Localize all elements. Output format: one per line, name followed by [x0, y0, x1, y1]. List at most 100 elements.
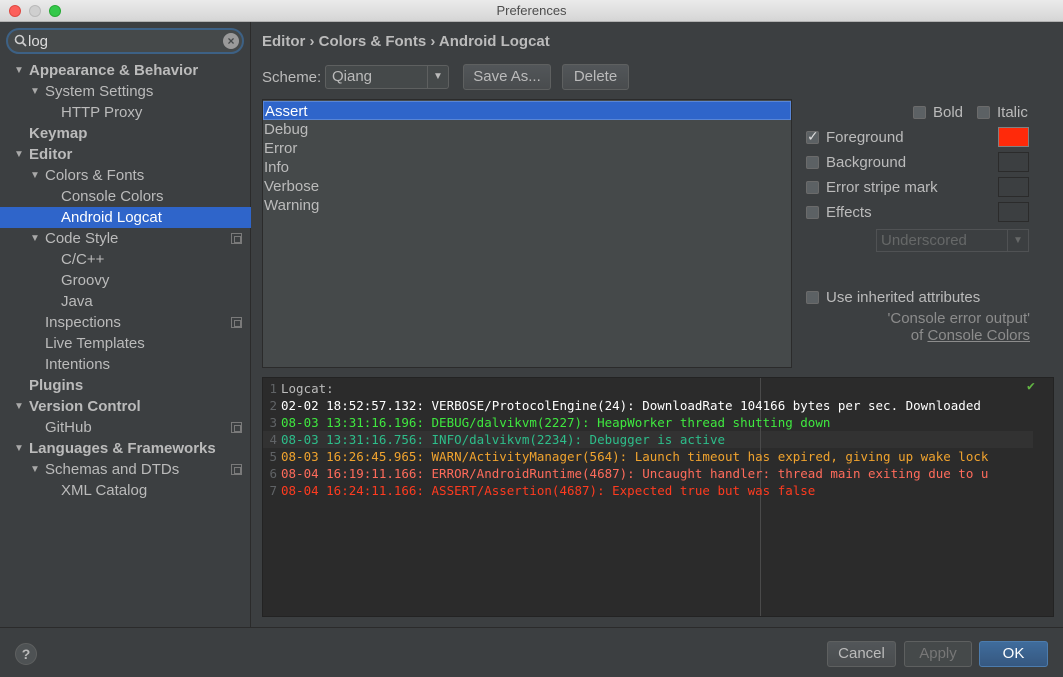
console-colors-link[interactable]: Console Colors [927, 327, 1030, 344]
error-stripe-label: Error stripe mark [826, 179, 938, 196]
scheme-select[interactable]: Qiang ▼ [325, 65, 449, 89]
settings-sidebar: × ▼ Appearance & Behavior ▼ System Settings… [0, 22, 251, 627]
log-level-item[interactable]: Verbose [263, 177, 791, 196]
expand-arrow-icon[interactable]: ▼ [14, 60, 24, 81]
log-level-list[interactable]: Assert Debug Error Info Verbose Warning [262, 99, 792, 368]
tree-item[interactable]: ▼ Appearance & Behavior [0, 60, 251, 81]
tree-item-label: GitHub [45, 419, 92, 436]
expand-arrow-icon[interactable]: ▼ [14, 396, 24, 417]
cancel-button[interactable]: Cancel [827, 641, 896, 667]
effects-color-swatch[interactable] [998, 202, 1029, 222]
dialog-button-bar: ? Cancel Apply OK [0, 627, 1063, 677]
project-scope-icon [231, 422, 242, 433]
log-level-item[interactable]: Error [263, 139, 791, 158]
tree-item[interactable]: HTTP Proxy [0, 102, 251, 123]
tree-item-label: Languages & Frameworks [29, 440, 216, 457]
background-color-swatch[interactable] [998, 152, 1029, 172]
tree-item-label: XML Catalog [61, 482, 148, 499]
help-button[interactable]: ? [15, 643, 37, 665]
bold-checkbox[interactable] [913, 106, 926, 119]
tree-item[interactable]: Intentions [0, 354, 251, 375]
effects-label: Effects [826, 204, 872, 221]
log-level-item[interactable]: Warning [263, 196, 791, 215]
tree-item[interactable]: ▼ Version Control [0, 396, 251, 417]
log-level-item[interactable]: Assert [263, 101, 791, 120]
tree-item[interactable]: Inspections [0, 312, 251, 333]
code-text: 08-03 16:26:45.965: WARN/ActivityManager… [281, 449, 989, 464]
tree-item[interactable]: ▼ System Settings [0, 81, 251, 102]
italic-checkbox[interactable] [977, 106, 990, 119]
search-icon [14, 34, 27, 47]
error-stripe-checkbox[interactable] [806, 181, 819, 194]
line-number: 7 [269, 483, 277, 498]
apply-button[interactable]: Apply [904, 641, 972, 667]
ok-button[interactable]: OK [979, 641, 1048, 667]
tree-item[interactable]: Keymap [0, 123, 251, 144]
line-number: 4 [269, 432, 277, 447]
search-input[interactable] [28, 32, 218, 50]
tree-item-label: Inspections [45, 314, 121, 331]
foreground-checkbox[interactable] [806, 128, 819, 145]
tree-item[interactable]: ▼ Colors & Fonts [0, 165, 251, 186]
save-as-button[interactable]: Save As... [463, 64, 551, 90]
tree-item[interactable]: Android Logcat [0, 207, 251, 228]
inherited-checkbox[interactable] [806, 291, 819, 304]
line-number: 5 [269, 449, 277, 464]
expand-arrow-icon[interactable]: ▼ [30, 228, 40, 249]
chevron-down-icon: ▼ [1007, 230, 1028, 251]
tree-item[interactable]: Live Templates [0, 333, 251, 354]
chevron-down-icon: ▼ [427, 66, 448, 88]
tree-item-label: Keymap [29, 125, 88, 142]
expand-arrow-icon[interactable]: ▼ [14, 438, 24, 459]
background-checkbox[interactable] [806, 156, 819, 169]
code-line: 3 08-03 13:31:16.196: DEBUG/dalvikvm(2227… [263, 414, 830, 431]
breadcrumb: Editor › Colors & Fonts › Android Logcat [262, 33, 550, 50]
expand-arrow-icon[interactable]: ▼ [30, 81, 40, 102]
tree-item[interactable]: C/C++ [0, 249, 251, 270]
tree-item[interactable]: Groovy [0, 270, 251, 291]
scheme-label: Scheme: [262, 69, 322, 86]
project-scope-icon [231, 317, 242, 328]
tree-item[interactable]: ▼ Editor [0, 144, 251, 165]
code-line: 7 08-04 16:24:11.166: ASSERT/Assertion(46… [263, 482, 815, 499]
error-stripe-color-swatch[interactable] [998, 177, 1029, 197]
code-text: 02-02 18:52:57.132: VERBOSE/ProtocolEngi… [281, 398, 981, 413]
clear-search-icon[interactable]: × [223, 33, 239, 49]
tree-item-label: Code Style [45, 230, 119, 247]
line-number: 1 [269, 381, 277, 396]
window-title: Preferences [496, 3, 567, 18]
tree-item-label: Java [61, 293, 93, 310]
tree-item[interactable]: XML Catalog [0, 480, 251, 501]
tree-item[interactable]: GitHub [0, 417, 251, 438]
tree-item-label: Console Colors [61, 188, 164, 205]
tree-item-label: Colors & Fonts [45, 167, 145, 184]
search-box[interactable]: × [6, 28, 244, 54]
tree-item[interactable]: Console Colors [0, 186, 251, 207]
expand-arrow-icon[interactable]: ▼ [30, 459, 40, 480]
tree-item[interactable]: Java [0, 291, 251, 312]
effect-type-value: Underscored [881, 232, 967, 249]
tree-item[interactable]: ▼ Languages & Frameworks [0, 438, 251, 459]
foreground-color-swatch[interactable] [998, 127, 1029, 147]
project-scope-icon [231, 464, 242, 475]
log-level-item[interactable]: Debug [263, 120, 791, 139]
scheme-value: Qiang [332, 68, 373, 85]
logcat-preview-editor[interactable]: ✔ 1 Logcat: 2 02-02 18:52:57.132: VERBOSE/P… [262, 377, 1054, 617]
expand-arrow-icon[interactable]: ▼ [30, 165, 40, 186]
log-level-item[interactable]: Info [263, 158, 791, 177]
title-bar: Preferences [0, 0, 1063, 22]
expand-arrow-icon[interactable]: ▼ [14, 144, 24, 165]
effect-type-select[interactable]: Underscored ▼ [876, 229, 1029, 252]
effects-checkbox[interactable] [806, 206, 819, 219]
main-panel: Editor › Colors & Fonts › Android Logcat… [252, 22, 1063, 627]
code-line: 2 02-02 18:52:57.132: VERBOSE/ProtocolEng… [263, 397, 981, 414]
delete-button[interactable]: Delete [562, 64, 629, 90]
tree-item[interactable]: ▼ Code Style [0, 228, 251, 249]
tree-item-label: HTTP Proxy [61, 104, 143, 121]
tree-item-label: Android Logcat [61, 209, 162, 226]
tree-item[interactable]: Plugins [0, 375, 251, 396]
line-number: 3 [269, 415, 277, 430]
tree-item-label: Groovy [61, 272, 110, 289]
tree-item[interactable]: ▼ Schemas and DTDs [0, 459, 251, 480]
tree-item-label: Live Templates [45, 335, 145, 352]
